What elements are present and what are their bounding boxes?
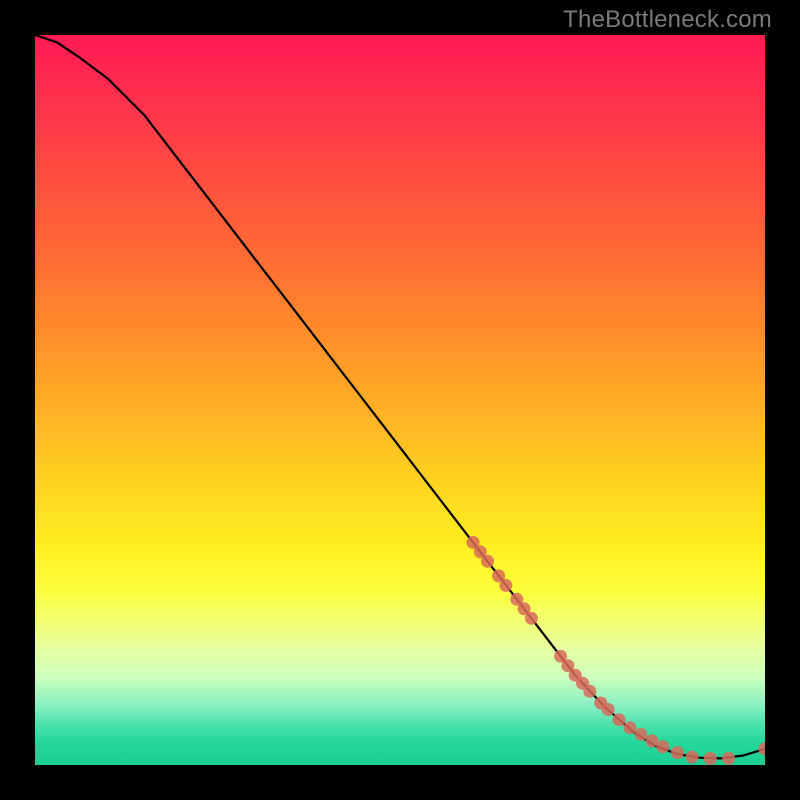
data-marker [656,740,669,753]
data-marker [634,728,647,741]
data-marker [525,612,538,625]
data-markers [467,536,766,765]
data-marker [671,746,684,759]
data-marker [686,751,699,764]
watermark-text: TheBottleneck.com [563,6,772,34]
data-marker [759,742,766,755]
bottleneck-curve [35,35,765,758]
data-marker [722,752,735,765]
data-marker [623,721,636,734]
chart-frame: TheBottleneck.com [0,0,800,800]
data-marker [613,713,626,726]
chart-svg [35,35,765,765]
data-marker [583,685,596,698]
plot-area [35,35,765,765]
data-marker [481,555,494,568]
data-marker [499,579,512,592]
data-marker [602,703,615,716]
data-marker [704,752,717,765]
